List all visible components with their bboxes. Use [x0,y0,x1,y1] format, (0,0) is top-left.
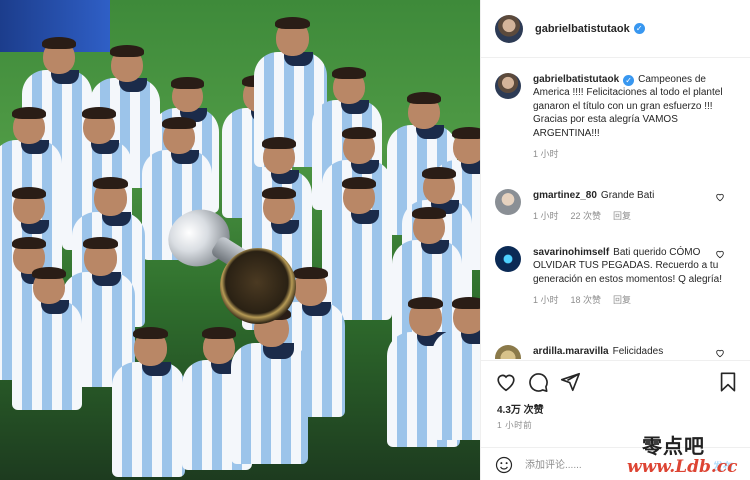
instagram-post: gabrielbatistutaok ✓ gabrielbatistutaok ✓… [0,0,750,480]
post-sidebar: gabrielbatistutaok ✓ gabrielbatistutaok ✓… [480,0,750,480]
caption-username[interactable]: gabrielbatistutaok [533,74,619,85]
heart-icon[interactable] [495,371,517,393]
action-icons [495,371,737,393]
comment-username[interactable]: savarinohimself [533,247,609,258]
verified-badge-icon: ✓ [623,75,635,86]
likes-count[interactable]: 4.3万 次赞 [497,401,544,416]
reply-button[interactable]: 回复 [613,294,631,307]
comment-list[interactable]: gabrielbatistutaok ✓ Campeones de America … [481,59,750,359]
comment-username[interactable]: gmartinez_80 [533,190,597,201]
comment-item: gmartinez_80 Grande Bati 1 小时 22 次赞 回复 [495,189,741,224]
comment-time[interactable]: 1 小时 [533,294,559,307]
comment-item: ardilla.maravilla Felicidades [495,345,741,359]
post-photo[interactable] [0,0,480,480]
comment-likes[interactable]: 22 次赞 [571,210,602,223]
like-comment-heart-icon[interactable] [715,249,725,259]
like-comment-heart-icon[interactable] [715,192,725,202]
author-avatar[interactable] [495,14,523,43]
comment-item: savarinohimself Bati querido CÓMO OLVIDAR… [495,246,741,308]
trophy-image [160,201,306,334]
watermark-chinese: 零点吧 [642,434,705,458]
watermark-url: www.Ldb.cc [627,457,738,477]
reply-button[interactable]: 回复 [613,210,631,223]
commenter-avatar[interactable] [495,345,521,359]
commenter-avatar[interactable] [495,189,521,215]
share-icon[interactable] [559,371,581,393]
comment-text: Grande Bati [600,190,655,201]
bookmark-icon[interactable] [717,371,739,393]
author-username[interactable]: gabrielbatistutaok [535,23,630,35]
comment-text: Felicidades [612,346,664,357]
commenter-avatar[interactable] [495,246,521,272]
author-avatar[interactable] [495,73,521,99]
post-header: gabrielbatistutaok ✓ [481,0,750,58]
comment-time[interactable]: 1 小时 [533,210,559,223]
comment-icon[interactable] [527,371,549,393]
caption-comment: gabrielbatistutaok ✓ Campeones de America … [495,73,741,161]
post-timestamp[interactable]: 1 小时前 [497,419,532,431]
emoji-icon[interactable] [495,456,513,474]
comment-likes[interactable]: 18 次赞 [571,294,602,307]
verified-badge-icon: ✓ [633,23,645,34]
caption-time[interactable]: 1 小时 [533,148,559,161]
comment-username[interactable]: ardilla.maravilla [533,346,609,357]
like-comment-heart-icon[interactable] [715,348,725,358]
